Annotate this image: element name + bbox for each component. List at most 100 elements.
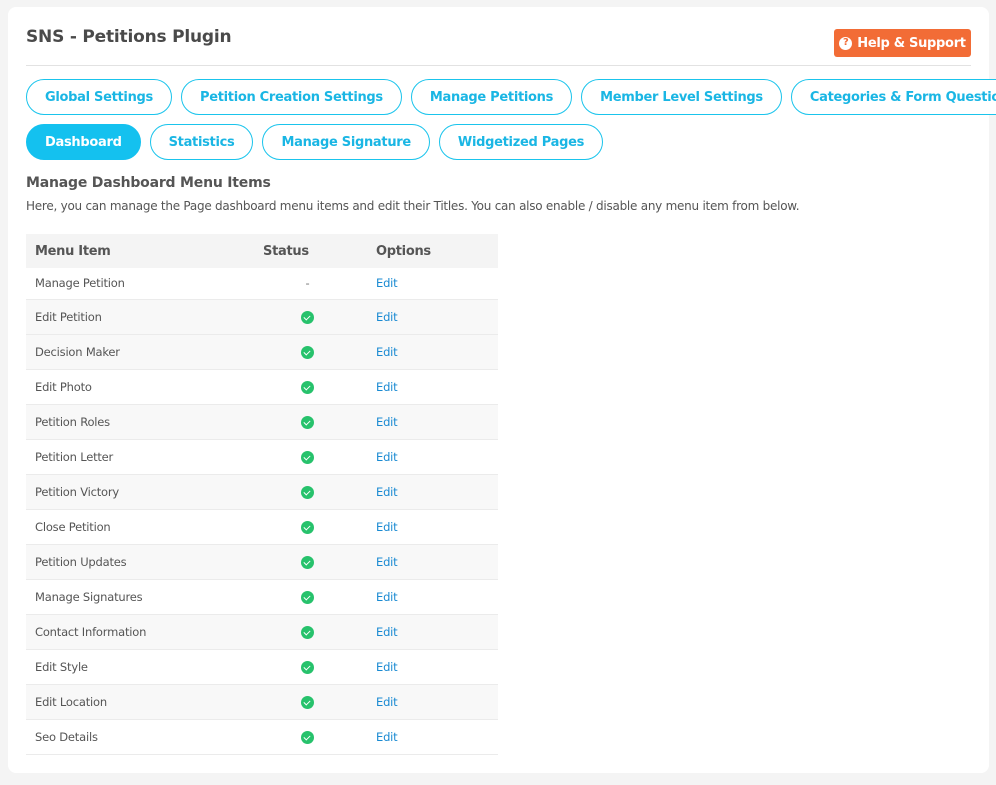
- menu-item-status: [254, 404, 367, 439]
- enabled-check-icon[interactable]: [301, 310, 314, 324]
- question-circle-icon: ?: [839, 36, 853, 50]
- table-row: Contact Information Edit: [26, 614, 498, 649]
- menu-item-status: -: [254, 268, 367, 299]
- enabled-check-icon[interactable]: [301, 345, 314, 359]
- table-row: Petition Roles Edit: [26, 404, 498, 439]
- edit-link[interactable]: Edit: [376, 555, 398, 569]
- edit-link[interactable]: Edit: [376, 730, 398, 744]
- table-header-row: Menu Item Status Options: [26, 234, 498, 268]
- menu-item-options: Edit: [367, 474, 498, 509]
- table-row: Edit Style Edit: [26, 649, 498, 684]
- menu-item-options: Edit: [367, 509, 498, 544]
- tab-dashboard[interactable]: Dashboard: [26, 124, 141, 160]
- menu-item-status: [254, 509, 367, 544]
- help-support-button[interactable]: ? Help & Support: [834, 29, 971, 57]
- menu-item-options: Edit: [367, 404, 498, 439]
- menu-item-name: Edit Petition: [35, 309, 102, 324]
- edit-link[interactable]: Edit: [376, 625, 398, 639]
- menu-item-name: Manage Signatures: [35, 589, 143, 604]
- table-row: Decision Maker Edit: [26, 334, 498, 369]
- menu-item-status: [254, 299, 367, 334]
- edit-link[interactable]: Edit: [376, 345, 398, 359]
- table-row: Manage Petition - Edit: [26, 268, 498, 299]
- edit-link[interactable]: Edit: [376, 415, 398, 429]
- menu-item-status: [254, 369, 367, 404]
- menu-item-name: Close Petition: [35, 519, 111, 534]
- section-description: Here, you can manage the Page dashboard …: [26, 199, 800, 213]
- menu-item-options: Edit: [367, 684, 498, 719]
- enabled-check-icon[interactable]: [301, 520, 314, 534]
- main-panel: SNS - Petitions Plugin ? Help & Support …: [8, 7, 996, 773]
- table-row: Petition Updates Edit: [26, 544, 498, 579]
- tab-manage-petitions[interactable]: Manage Petitions: [410, 79, 573, 115]
- tab-manage-signature[interactable]: Manage Signature: [262, 124, 430, 160]
- table-row: Manage Signatures Edit: [26, 579, 498, 614]
- menu-item-status: [254, 614, 367, 649]
- menu-item-options: Edit: [367, 614, 498, 649]
- enabled-check-icon[interactable]: [301, 415, 314, 429]
- menu-item-name: Edit Style: [35, 659, 88, 674]
- menu-item-options: Edit: [367, 719, 498, 754]
- table-row: Petition Victory Edit: [26, 474, 498, 509]
- column-header-menu-item: Menu Item: [35, 243, 111, 259]
- menu-item-options: Edit: [367, 544, 498, 579]
- enabled-check-icon[interactable]: [301, 555, 314, 569]
- tab-statistics[interactable]: Statistics: [149, 124, 254, 160]
- edit-link[interactable]: Edit: [376, 660, 398, 674]
- menu-item-name: Petition Roles: [35, 414, 110, 429]
- table-row: Edit Location Edit: [26, 684, 498, 719]
- menu-item-name: Decision Maker: [35, 344, 120, 359]
- column-header-options: Options: [376, 243, 431, 259]
- edit-link[interactable]: Edit: [376, 310, 398, 324]
- menu-item-name: Edit Location: [35, 694, 107, 709]
- column-header-status: Status: [263, 243, 309, 259]
- menu-item-status: [254, 579, 367, 614]
- table-row: Close Petition Edit: [26, 509, 498, 544]
- menu-item-options: Edit: [367, 439, 498, 474]
- menu-item-name: Petition Updates: [35, 554, 127, 569]
- menu-item-name: Manage Petition: [35, 276, 125, 291]
- menu-item-name: Contact Information: [35, 624, 147, 639]
- tab-row-1: Global Settings Petition Creation Setting…: [26, 79, 996, 115]
- table-row: Edit Petition Edit: [26, 299, 498, 334]
- edit-link[interactable]: Edit: [376, 380, 398, 394]
- menu-item-status: [254, 439, 367, 474]
- menu-item-status: [254, 544, 367, 579]
- menu-item-status: [254, 334, 367, 369]
- tab-navigation: Global Settings Petition Creation Setting…: [26, 79, 996, 169]
- table-row: Petition Letter Edit: [26, 439, 498, 474]
- menu-item-status: [254, 684, 367, 719]
- table-row: Seo Details Edit: [26, 719, 498, 754]
- status-dash: -: [305, 276, 310, 291]
- edit-link[interactable]: Edit: [376, 450, 398, 464]
- enabled-check-icon[interactable]: [301, 730, 314, 744]
- tab-global-settings[interactable]: Global Settings: [26, 79, 172, 115]
- menu-item-options: Edit: [367, 369, 498, 404]
- edit-link[interactable]: Edit: [376, 590, 398, 604]
- enabled-check-icon[interactable]: [301, 660, 314, 674]
- tab-widgetized-pages[interactable]: Widgetized Pages: [438, 124, 604, 160]
- enabled-check-icon[interactable]: [301, 380, 314, 394]
- menu-item-options: Edit: [367, 268, 498, 299]
- edit-link[interactable]: Edit: [376, 520, 398, 534]
- menu-item-name: Edit Photo: [35, 379, 92, 394]
- menu-item-options: Edit: [367, 649, 498, 684]
- enabled-check-icon[interactable]: [301, 590, 314, 604]
- tab-member-level-settings[interactable]: Member Level Settings: [581, 79, 782, 115]
- enabled-check-icon[interactable]: [301, 695, 314, 709]
- menu-item-name: Petition Victory: [35, 484, 119, 499]
- dashboard-menu-table: Menu Item Status Options Manage Petition…: [26, 234, 498, 755]
- edit-link[interactable]: Edit: [376, 485, 398, 499]
- enabled-check-icon[interactable]: [301, 485, 314, 499]
- edit-link[interactable]: Edit: [376, 276, 398, 290]
- section-title: Manage Dashboard Menu Items: [26, 175, 271, 191]
- enabled-check-icon[interactable]: [301, 625, 314, 639]
- edit-link[interactable]: Edit: [376, 695, 398, 709]
- tab-row-2: Dashboard Statistics Manage Signature Widge…: [26, 124, 971, 160]
- tab-categories-and-form-questions[interactable]: Categories & Form Questions: [790, 79, 996, 115]
- menu-item-name: Seo Details: [35, 729, 98, 744]
- enabled-check-icon[interactable]: [301, 450, 314, 464]
- menu-item-name: Petition Letter: [35, 449, 114, 464]
- tab-petition-creation-settings[interactable]: Petition Creation Settings: [180, 79, 402, 115]
- menu-item-options: Edit: [367, 579, 498, 614]
